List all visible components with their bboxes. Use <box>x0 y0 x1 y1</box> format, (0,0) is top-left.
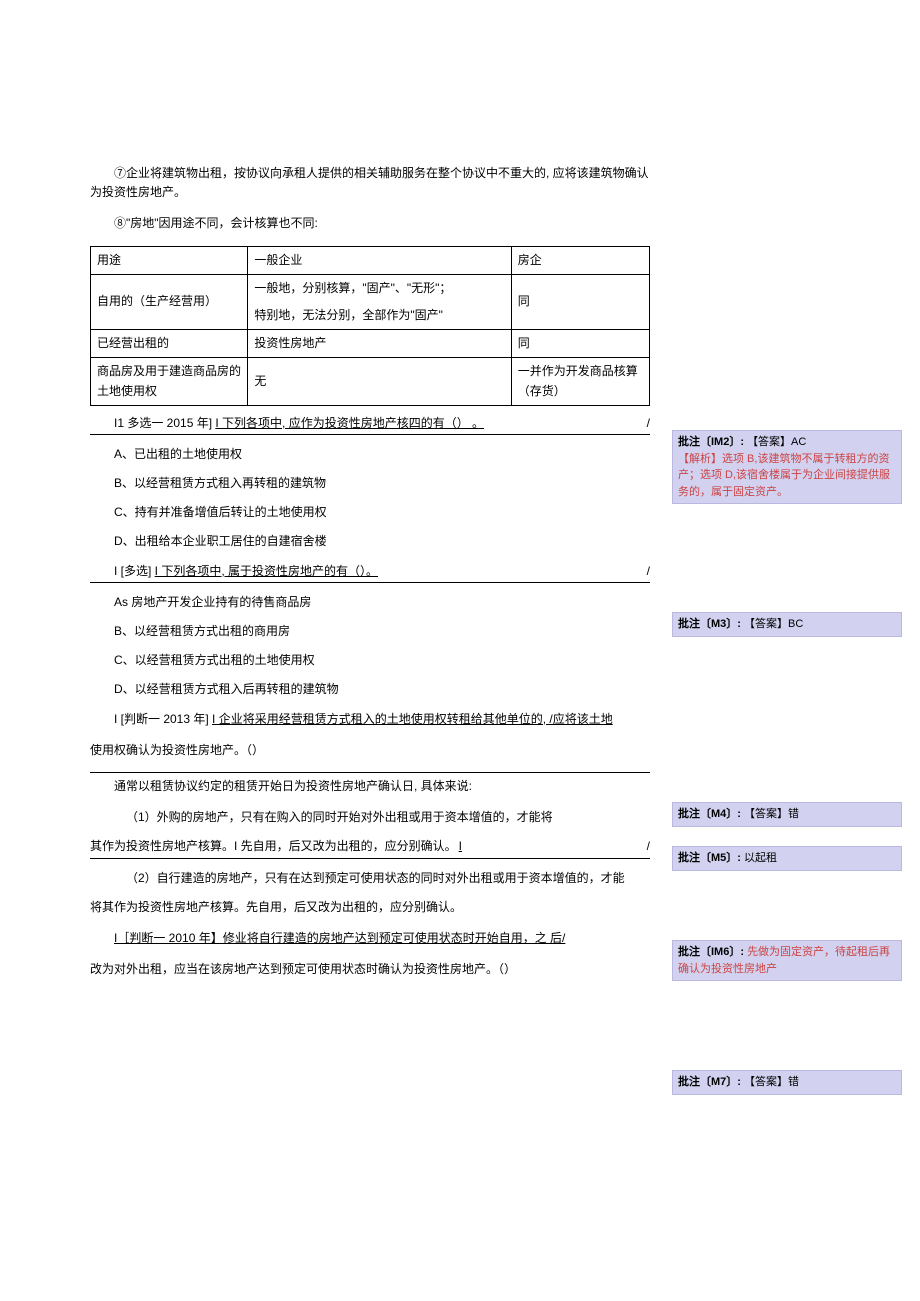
q1-underline: I 下列各项中, 应作为投资性房地产核四的有（） 。 <box>215 416 484 430</box>
comment-m5: 批注〔M5〕: 以起租 <box>672 846 902 871</box>
comment-answer: 【答案】错 <box>744 808 799 820</box>
table-cell: 投资性房地产 <box>248 330 511 358</box>
comment-body: 【解析】选项 B,该建筑物不属于转租方的资产；选项 D,该宿舍楼属于为企业间接提… <box>678 451 896 501</box>
q3-underline: I 企业将采用经营租赁方式租入的土地使用权转租给其他单位的, /应将该土地 <box>212 712 613 726</box>
q2-option-b: B、以经营租赁方式出租的商用房 <box>90 622 650 641</box>
question-3-tail: 使用权确认为投资性房地产。（） <box>90 741 650 760</box>
question-3-stem: I [判断一 2013 年] I 企业将采用经营租赁方式租入的土地使用权转租给其… <box>90 710 650 729</box>
q1-option-a: A、已出租的土地使用权 <box>90 445 650 464</box>
c1b-text: 其作为投资性房地产核算。I 先自用，后又改为出租的，应分别确认。 <box>90 837 457 856</box>
table-cell: 一般地，分别核算，"固产"、"无形"； 特别地，无法分别，全部作为"固产" <box>248 274 511 329</box>
paragraph-confirm-1b: 其作为投资性房地产核算。I 先自用，后又改为出租的，应分别确认。 I / <box>90 837 650 858</box>
table-header: 一般企业 <box>248 246 511 274</box>
q2-option-d: D、以经营租赁方式租入后再转租的建筑物 <box>90 680 650 699</box>
paragraph-confirm-1: （1）外购的房地产，只有在购入的同时开始对外出租或用于资本增值的，才能将 <box>90 808 650 827</box>
comment-label: 批注〔IM6〕: <box>678 946 744 958</box>
comment-label: 批注〔IM2〕: <box>678 436 744 448</box>
comment-label: 批注〔M4〕: <box>678 808 741 820</box>
table-cell: 一并作为开发商品核算（存货） <box>511 358 649 405</box>
q1-option-c: C、持有并准备增值后转让的土地使用权 <box>90 503 650 522</box>
q1-option-d: D、出租给本企业职工居住的自建宿舍楼 <box>90 532 650 551</box>
paragraph-confirm-2b: 将其作为投资性房地产核算。先自用，后又改为出租的，应分别确认。 <box>90 898 650 917</box>
q2-option-a: As 房地产开发企业持有的待售商品房 <box>90 593 650 612</box>
cell-line: 特别地，无法分别，全部作为"固产" <box>254 306 504 325</box>
paragraph-confirm: 通常以租赁协议约定的租赁开始日为投资性房地产确认日, 具体来说: <box>90 777 650 796</box>
q1-option-b: B、以经营租赁方式租入再转租的建筑物 <box>90 474 650 493</box>
page-root: ⑦企业将建筑物出租，按协议向承租人提供的相关辅助服务在整个协议中不重大的, 应将… <box>0 0 920 1011</box>
comment-body: 以起租 <box>744 852 777 864</box>
comment-m4: 批注〔M4〕: 【答案】错 <box>672 802 902 827</box>
usage-table: 用途 一般企业 房企 自用的（生产经营用） 一般地，分别核算，"固产"、"无形"… <box>90 246 650 406</box>
question-2-stem: I [多选] I 下列各项中, 属于投资性房地产的有（）。 / <box>90 562 650 583</box>
table-row: 商品房及用于建造商品房的土地使用权 无 一并作为开发商品核算（存货） <box>91 358 650 405</box>
comment-label: 批注〔M5〕: <box>678 852 741 864</box>
q2-underline: I 下列各项中, 属于投资性房地产的有（）。 <box>155 564 378 578</box>
comment-answer: 【答案】BC <box>744 618 803 630</box>
q2-option-c: C、以经营租赁方式出租的土地使用权 <box>90 651 650 670</box>
table-cell: 自用的（生产经营用） <box>91 274 248 329</box>
q4-underline: I［判断一 2010 年】修业将自行建造的房地产达到预定可使用状态时开始自用，之… <box>114 931 565 945</box>
c1b-end: I <box>459 837 647 856</box>
q3-prefix: I [判断一 2013 年] <box>114 712 212 726</box>
question-4-stem: I［判断一 2010 年】修业将自行建造的房地产达到预定可使用状态时开始自用，之… <box>90 929 650 948</box>
table-header: 房企 <box>511 246 649 274</box>
table-cell: 无 <box>248 358 511 405</box>
section-divider <box>90 772 650 773</box>
comment-m2: 批注〔IM2〕: 【答案】AC 【解析】选项 B,该建筑物不属于转租方的资产；选… <box>672 430 902 504</box>
paragraph-confirm-2: （2）自行建造的房地产，只有在达到预定可使用状态的同时对外出租或用于资本增值的，… <box>90 869 650 888</box>
table-cell: 同 <box>511 274 649 329</box>
comment-answer: 【答案】AC <box>747 436 806 448</box>
question-1-stem: I1 多选一 2015 年] I 下列各项中, 应作为投资性房地产核四的有（） … <box>90 414 650 435</box>
paragraph-7: ⑦企业将建筑物出租，按协议向承租人提供的相关辅助服务在整个协议中不重大的, 应将… <box>90 164 650 202</box>
comment-label: 批注〔M3〕: <box>678 618 741 630</box>
table-row: 已经营出租的 投资性房地产 同 <box>91 330 650 358</box>
slash-mark: / <box>647 414 650 433</box>
slash-mark: / <box>647 562 650 581</box>
question-4-tail: 改为对外出租，应当在该房地产达到预定可使用状态时确认为投资性房地产。（） <box>90 960 650 979</box>
cell-line: 一般地，分别核算，"固产"、"无形"； <box>254 279 504 298</box>
main-content: ⑦企业将建筑物出租，按协议向承租人提供的相关辅助服务在整个协议中不重大的, 应将… <box>0 0 670 1011</box>
comment-m3: 批注〔M3〕: 【答案】BC <box>672 612 902 637</box>
table-cell: 同 <box>511 330 649 358</box>
q1-prefix: I1 多选一 2015 年] <box>114 416 215 430</box>
comment-label: 批注〔M7〕: <box>678 1076 741 1088</box>
comment-answer: 【答案】错 <box>744 1076 799 1088</box>
table-row: 自用的（生产经营用） 一般地，分别核算，"固产"、"无形"； 特别地，无法分别，… <box>91 274 650 329</box>
q2-prefix: I [多选] <box>114 564 155 578</box>
table-cell: 已经营出租的 <box>91 330 248 358</box>
slash-mark: / <box>647 837 650 856</box>
comment-m7: 批注〔M7〕: 【答案】错 <box>672 1070 902 1095</box>
table-cell: 商品房及用于建造商品房的土地使用权 <box>91 358 248 405</box>
table-row: 用途 一般企业 房企 <box>91 246 650 274</box>
table-header: 用途 <box>91 246 248 274</box>
comment-m6: 批注〔IM6〕: 先做为固定资产，待起租后再确认为投资性房地产 <box>672 940 902 981</box>
paragraph-8: ⑧"房地"因用途不同，会计核算也不同: <box>90 214 650 233</box>
